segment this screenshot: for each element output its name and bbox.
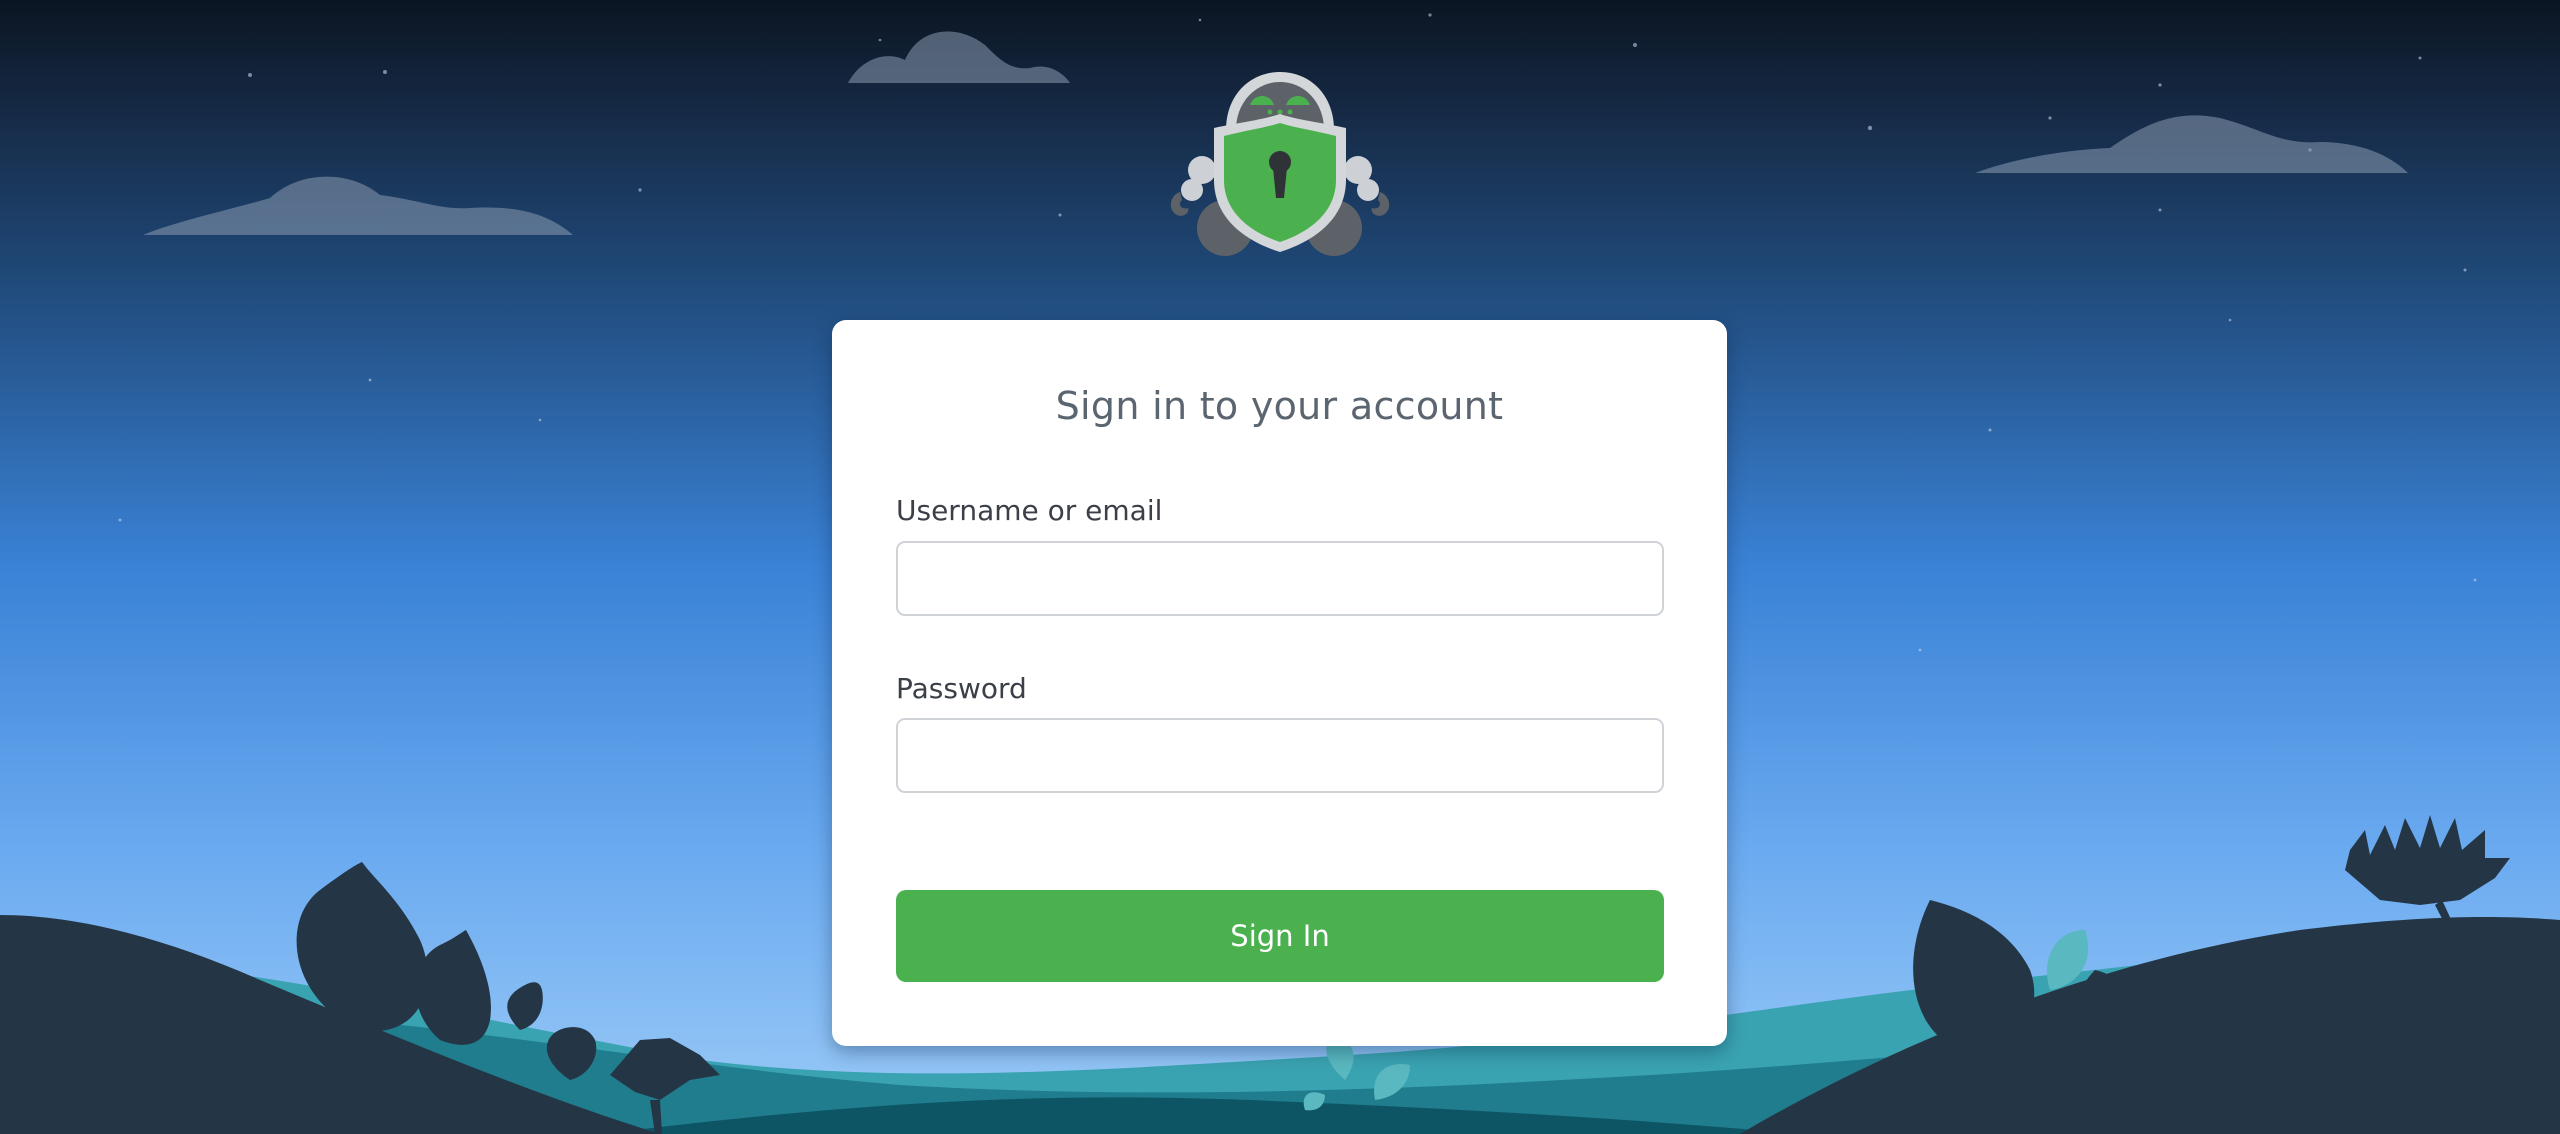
password-input[interactable]: [896, 718, 1664, 793]
username-label: Username or email: [896, 494, 1163, 527]
sign-in-button[interactable]: Sign In: [896, 890, 1664, 982]
username-input[interactable]: [896, 541, 1664, 616]
page-title: Sign in to your account: [1055, 384, 1504, 428]
robot-shield-keyhole-logo: [1170, 72, 1390, 256]
password-label: Password: [896, 672, 1027, 705]
login-card: Sign in to your account Username or emai…: [832, 320, 1727, 1046]
login-background: Sign in to your account Username or emai…: [0, 0, 2560, 1134]
